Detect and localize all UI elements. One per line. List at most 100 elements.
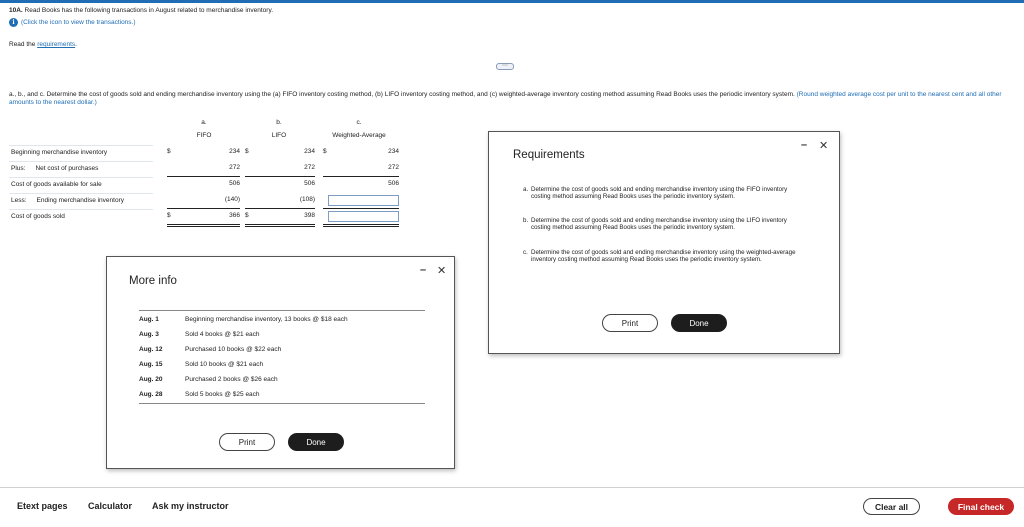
instruction: a., b., and c. Determine the cost of goo… <box>9 91 1017 107</box>
done-button[interactable]: Done <box>671 314 727 332</box>
instruction-text: a., b., and c. Determine the cost of goo… <box>9 91 795 98</box>
read-requirements: Read the requirements. <box>9 41 77 48</box>
print-button[interactable]: Print <box>602 314 658 332</box>
transaction-date: Aug. 15 <box>139 361 163 368</box>
transaction-date: Aug. 12 <box>139 346 163 353</box>
transaction-text: Sold 10 books @ $21 each <box>185 361 264 368</box>
list-item: Aug. 15 Sold 10 books @ $21 each <box>139 358 395 372</box>
requirement-letter: b. <box>523 217 529 224</box>
fifo-value: (140) <box>224 196 240 203</box>
fifo-value: 234 <box>229 148 240 155</box>
row-label: Less: Ending merchandise inventory <box>11 197 124 204</box>
dollar-sign: $ <box>245 212 249 219</box>
dollar-sign: $ <box>167 212 171 219</box>
more-dots-button[interactable]: ⋯ <box>496 63 514 70</box>
close-button[interactable]: ✕ <box>437 264 446 277</box>
transaction-date: Aug. 28 <box>139 391 163 398</box>
question-text: Read Books has the following transaction… <box>24 7 274 14</box>
transaction-text: Sold 5 books @ $25 each <box>185 391 260 398</box>
fifo-value: 272 <box>229 164 240 171</box>
transaction-text: Purchased 10 books @ $22 each <box>185 346 282 353</box>
print-button[interactable]: Print <box>219 433 275 451</box>
dollar-sign: $ <box>245 148 249 155</box>
row-label: Cost of goods available for sale <box>11 181 102 188</box>
top-accent-bar <box>0 0 1024 3</box>
question-title: 10A. Read Books has the following transa… <box>9 7 273 14</box>
divider <box>139 310 425 311</box>
close-button[interactable]: ✕ <box>819 139 828 152</box>
divider <box>139 403 425 404</box>
info-icon[interactable]: i <box>9 18 18 27</box>
list-item: Aug. 20 Purchased 2 books @ $26 each <box>139 373 395 387</box>
header-c-letter: c. <box>356 119 362 126</box>
dialog-title: More info <box>129 275 177 287</box>
list-item: Aug. 28 Sold 5 books @ $25 each <box>139 388 395 402</box>
row-prefix: Less: <box>11 197 27 204</box>
header-b-letter: b. <box>276 119 282 126</box>
list-item: c. Determine the cost of goods sold and … <box>523 249 803 264</box>
question-number: 10A. <box>9 7 23 14</box>
minimize-button[interactable]: – <box>801 139 807 151</box>
table-row: Plus: Net cost of purchases 272 272 272 <box>9 161 409 177</box>
info-line: i (Click the icon to view the transactio… <box>9 18 136 27</box>
more-info-dialog: – ✕ More info Aug. 1 Beginning merchandi… <box>106 256 455 469</box>
requirement-text: Determine the cost of goods sold and end… <box>531 186 788 201</box>
transaction-date: Aug. 20 <box>139 376 163 383</box>
lifo-value: 398 <box>304 212 315 219</box>
list-item: Aug. 12 Purchased 10 books @ $22 each <box>139 343 395 357</box>
row-prefix: Plus: <box>11 165 26 172</box>
lifo-value: (108) <box>299 196 315 203</box>
minimize-button[interactable]: – <box>420 264 426 276</box>
header-lifo: LIFO <box>271 132 287 139</box>
transaction-text: Sold 4 books @ $21 each <box>185 331 260 338</box>
done-button[interactable]: Done <box>288 433 344 451</box>
clear-all-button[interactable]: Clear all <box>863 498 920 515</box>
table-row: Less: Ending merchandise inventory (140) … <box>9 193 409 209</box>
row-label: Plus: Net cost of purchases <box>11 165 98 172</box>
lifo-value: 272 <box>304 164 315 171</box>
table-row: Cost of goods sold $ 366 $ 398 <box>9 209 409 227</box>
header-weighted-average: Weighted-Average <box>332 132 386 139</box>
list-item: b. Determine the cost of goods sold and … <box>523 217 803 232</box>
table-row: Beginning merchandise inventory $ 234 $ … <box>9 145 409 160</box>
requirement-text: Determine the cost of goods sold and end… <box>531 249 796 264</box>
wa-value: 272 <box>388 164 399 171</box>
requirement-letter: a. <box>523 186 529 193</box>
transaction-text: Purchased 2 books @ $26 each <box>185 376 278 383</box>
dialog-title: Requirements <box>513 149 585 161</box>
transaction-text: Beginning merchandise inventory, 13 book… <box>185 316 348 323</box>
header-fifo: FIFO <box>196 132 212 139</box>
info-link[interactable]: (Click the icon to view the transactions… <box>21 19 136 26</box>
calculator-link[interactable]: Calculator <box>88 501 132 511</box>
wa-value: 234 <box>388 148 399 155</box>
fifo-value: 366 <box>229 212 240 219</box>
table-row: Cost of goods available for sale 506 506… <box>9 177 409 192</box>
final-check-button[interactable]: Final check <box>948 498 1014 515</box>
requirement-letter: c. <box>523 249 528 256</box>
wa-cogs-input[interactable] <box>328 211 399 222</box>
row-label: Cost of goods sold <box>11 213 65 220</box>
transaction-date: Aug. 1 <box>139 316 159 323</box>
dollar-sign: $ <box>323 148 327 155</box>
row-label-text: Ending merchandise inventory <box>36 197 124 204</box>
wa-value: 506 <box>388 180 399 187</box>
header-a-letter: a. <box>201 119 207 126</box>
requirements-link[interactable]: requirements <box>37 41 75 48</box>
list-item: a. Determine the cost of goods sold and … <box>523 186 803 201</box>
dollar-sign: $ <box>167 148 171 155</box>
read-prefix: Read the <box>9 41 36 48</box>
lifo-value: 234 <box>304 148 315 155</box>
transaction-date: Aug. 3 <box>139 331 159 338</box>
bottom-toolbar: Etext pages Calculator Ask my instructor… <box>0 487 1024 527</box>
row-label: Beginning merchandise inventory <box>11 149 108 156</box>
requirements-dialog: – ✕ Requirements a. Determine the cost o… <box>488 131 840 354</box>
list-item: Aug. 3 Sold 4 books @ $21 each <box>139 328 395 342</box>
lifo-value: 506 <box>304 180 315 187</box>
fifo-value: 506 <box>229 180 240 187</box>
ask-instructor-link[interactable]: Ask my instructor <box>152 501 229 511</box>
etext-pages-link[interactable]: Etext pages <box>17 501 68 511</box>
requirement-text: Determine the cost of goods sold and end… <box>531 217 787 232</box>
row-label-text: Net cost of purchases <box>35 165 99 172</box>
wa-ending-inventory-input[interactable] <box>328 195 399 206</box>
list-item: Aug. 1 Beginning merchandise inventory, … <box>139 313 395 327</box>
